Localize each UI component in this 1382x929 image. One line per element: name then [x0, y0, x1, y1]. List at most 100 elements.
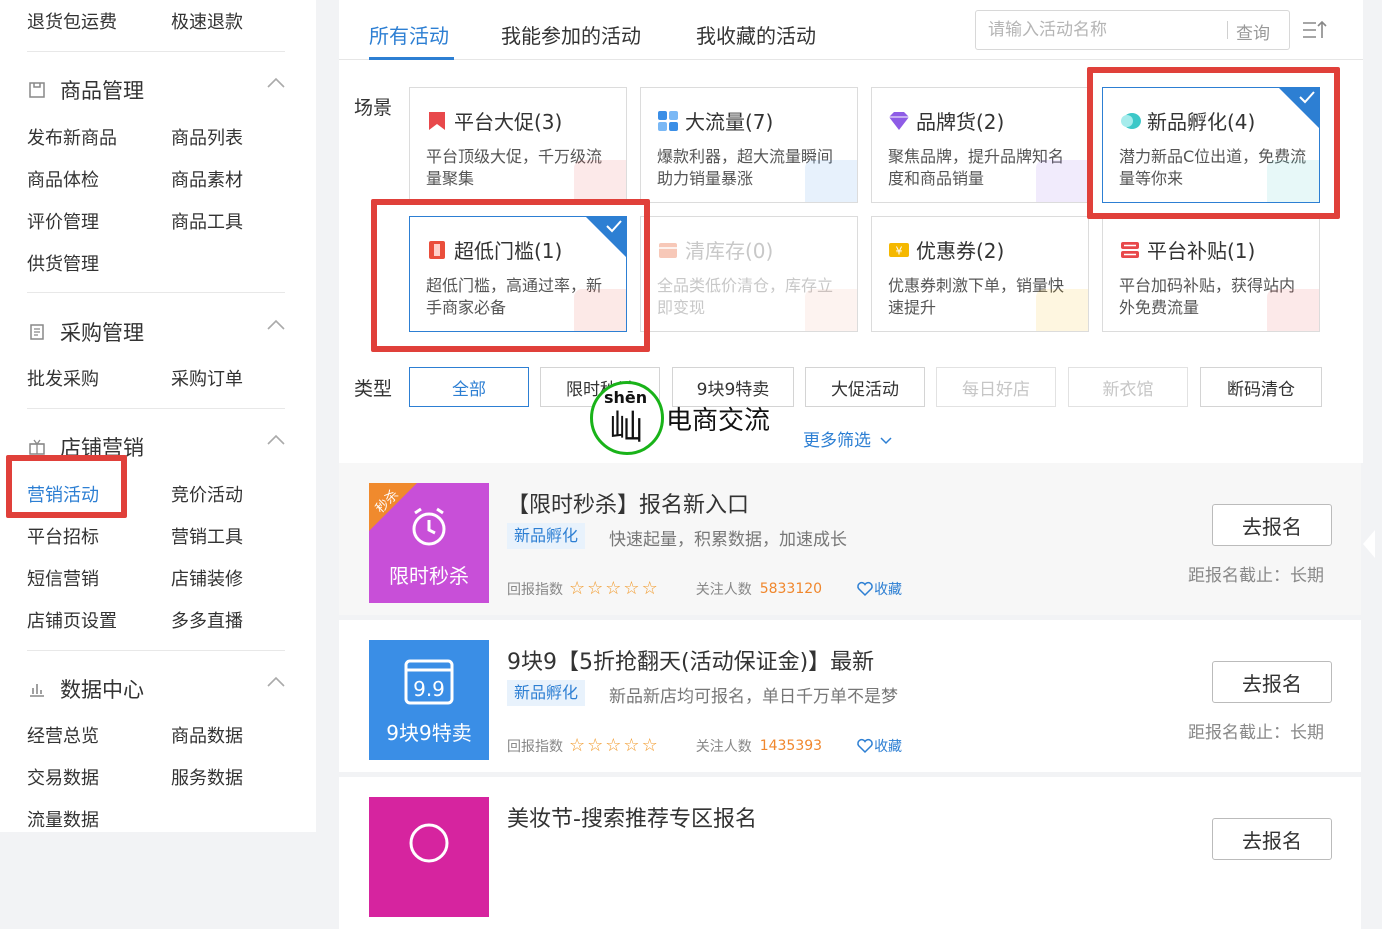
sidebar-item[interactable]: 服务数据	[171, 764, 243, 790]
sidebar-item[interactable]: 采购订单	[171, 365, 243, 391]
activity-meta: 回报指数 ☆ ☆ ☆ ☆ ☆ 关注人数 5833120 收藏	[507, 579, 902, 599]
card-title: 清库存(0)	[685, 239, 774, 263]
tab-all-activities[interactable]: 所有活动	[369, 20, 449, 49]
chevron-up-icon[interactable]	[266, 433, 286, 447]
card-watermark	[574, 289, 626, 331]
card-title: 优惠券(2)	[916, 239, 1005, 263]
sidebar-item[interactable]: 商品列表	[171, 124, 243, 150]
activity-meta: 回报指数 ☆ ☆ ☆ ☆ ☆ 关注人数 1435393 收藏	[507, 736, 902, 756]
sidebar-item-marketing-activity[interactable]: 营销活动	[27, 481, 99, 507]
bar-chart-icon	[27, 679, 47, 699]
scene-card-brand-goods[interactable]: 品牌货(2) 聚焦品牌，提升品牌知名度和商品销量	[871, 87, 1089, 203]
activity-thumbnail: 9.9 9块9特卖	[369, 640, 489, 760]
sidebar-item[interactable]: 商品工具	[171, 208, 243, 234]
search-input[interactable]	[988, 19, 1218, 41]
sidebar-section-data[interactable]: 数据中心	[27, 674, 144, 704]
activity-item: 9.9 9块9特卖 9块9【5折抢翻天(活动保证金)】最新 新品孵化 新品新店均…	[339, 620, 1361, 772]
rating-stars: ☆ ☆ ☆ ☆ ☆	[569, 578, 660, 599]
sidebar-item[interactable]: 短信营销	[27, 565, 99, 591]
coupon-icon: ¥	[888, 239, 910, 261]
sort-icon[interactable]	[1301, 18, 1327, 42]
thumb-label: 9块9特卖	[386, 721, 472, 745]
more-filters-link[interactable]: 更多筛选	[803, 426, 893, 451]
sidebar-item[interactable]: 供货管理	[27, 250, 99, 276]
scene-card-platform-subsidy[interactable]: 平台补贴(1) 平台加码补贴，获得站内外免费流量	[1102, 216, 1320, 332]
sidebar-item[interactable]: 平台招标	[27, 523, 99, 549]
grid-icon	[657, 110, 679, 132]
tab-favorite-activities[interactable]: 我收藏的活动	[696, 20, 816, 49]
scene-card-big-traffic[interactable]: 大流量(7) 爆款利器，超大流量瞬间助力销量暴涨	[640, 87, 858, 203]
watermark-glyph: 屾	[609, 408, 643, 448]
activity-title[interactable]: 美妆节-搜索推荐专区报名	[507, 801, 757, 833]
scene-card-coupon[interactable]: ¥ 优惠券(2) 优惠券刺激下单，销量快速提升	[871, 216, 1089, 332]
card-watermark	[1036, 289, 1088, 331]
card-watermark	[805, 289, 857, 331]
card-title: 大流量(7)	[685, 110, 774, 134]
star-icon: ☆	[587, 735, 604, 756]
sidebar-section-purchase[interactable]: 采购管理	[27, 317, 144, 347]
sidebar-section-goods[interactable]: 商品管理	[27, 75, 144, 105]
tab-active-indicator	[369, 57, 454, 60]
star-icon: ☆	[569, 578, 586, 599]
sidebar-section-title: 商品管理	[60, 79, 144, 103]
activity-title[interactable]: 9块9【5折抢翻天(活动保证金)】最新	[507, 644, 874, 676]
sidebar-item[interactable]: 营销工具	[171, 523, 243, 549]
deadline-text: 距报名截止：长期	[1188, 723, 1324, 743]
sidebar-item[interactable]: 交易数据	[27, 764, 99, 790]
checkmark-icon	[606, 220, 622, 233]
sidebar-item[interactable]: 经营总览	[27, 722, 99, 748]
type-chip-all[interactable]: 全部	[409, 367, 529, 407]
sidebar-section-marketing[interactable]: 店铺营销	[27, 432, 144, 462]
search-box: 查询	[975, 10, 1290, 50]
search-divider	[1227, 21, 1228, 39]
sidebar-item[interactable]: 多多直播	[171, 607, 243, 633]
sidebar-item[interactable]: 发布新商品	[27, 124, 117, 150]
star-icon: ☆	[569, 735, 586, 756]
sidebar-item[interactable]: 商品数据	[171, 722, 243, 748]
activity-item: 美妆节-搜索推荐专区报名 去报名	[339, 777, 1361, 929]
chevron-up-icon[interactable]	[266, 76, 286, 90]
register-button[interactable]: 去报名	[1212, 504, 1332, 546]
scene-card-low-threshold[interactable]: 超低门槛(1) 超低门槛，高通过率，新手商家必备	[409, 216, 627, 332]
activity-tag: 新品孵化	[507, 680, 586, 706]
sidebar-item[interactable]: 竞价活动	[171, 481, 243, 507]
chevron-up-icon[interactable]	[266, 318, 286, 332]
register-button[interactable]: 去报名	[1212, 818, 1332, 860]
sidebar-item[interactable]: 评价管理	[27, 208, 99, 234]
fans-label: 关注人数	[695, 739, 752, 755]
rating-stars: ☆ ☆ ☆ ☆ ☆	[569, 735, 660, 756]
star-icon: ☆	[605, 735, 622, 756]
type-chip-broken-size-clearance[interactable]: 断码清仓	[1200, 367, 1322, 407]
star-icon: ☆	[641, 578, 658, 599]
card-watermark	[1267, 289, 1319, 331]
type-chip-daily-shop: 每日好店	[936, 367, 1056, 407]
favorite-button[interactable]: 收藏	[856, 736, 902, 756]
sidebar-item[interactable]: 流量数据	[27, 806, 99, 832]
activity-item: 秒杀 限时秒杀 【限时秒杀】报名新入口 新品孵化 快速起量，积累数据，加速成长 …	[339, 463, 1361, 615]
sidebar-item[interactable]: 退货包运费	[27, 8, 117, 34]
sidebar-item[interactable]: 店铺装修	[171, 565, 243, 591]
box-icon	[657, 239, 679, 261]
search-button[interactable]: 查询	[1236, 19, 1270, 44]
svg-text:¥: ¥	[896, 244, 903, 257]
sidebar: 退货包运费 极速退款 商品管理 发布新商品 商品列表 商品体检 商品素材 评价管…	[0, 0, 316, 832]
sidebar-divider	[27, 408, 285, 409]
chevron-up-icon[interactable]	[266, 675, 286, 689]
sidebar-item[interactable]: 商品素材	[171, 166, 243, 192]
activity-title[interactable]: 【限时秒杀】报名新入口	[507, 487, 749, 519]
type-chip-big-promo[interactable]: 大促活动	[805, 367, 925, 407]
tab-joinable-activities[interactable]: 我能参加的活动	[501, 20, 641, 49]
scene-label: 场景	[351, 93, 395, 120]
scene-card-platform-promo[interactable]: 平台大促(3) 平台顶级大促，千万级流量聚集	[409, 87, 627, 203]
scene-card-new-product-incubation[interactable]: 新品孵化(4) 潜力新品C位出道，免费流量等你来	[1102, 87, 1320, 203]
sidebar-item[interactable]: 商品体检	[27, 166, 99, 192]
fans-count: 5833120	[759, 581, 823, 597]
svg-text:9.9: 9.9	[413, 677, 445, 701]
fans-label: 关注人数	[695, 582, 752, 598]
sidebar-item[interactable]: 极速退款	[171, 8, 243, 34]
sidebar-item[interactable]: 批发采购	[27, 365, 99, 391]
favorite-button[interactable]: 收藏	[856, 579, 902, 599]
register-button[interactable]: 去报名	[1212, 661, 1332, 703]
clipboard-icon	[27, 80, 47, 100]
sidebar-item[interactable]: 店铺页设置	[27, 607, 117, 633]
